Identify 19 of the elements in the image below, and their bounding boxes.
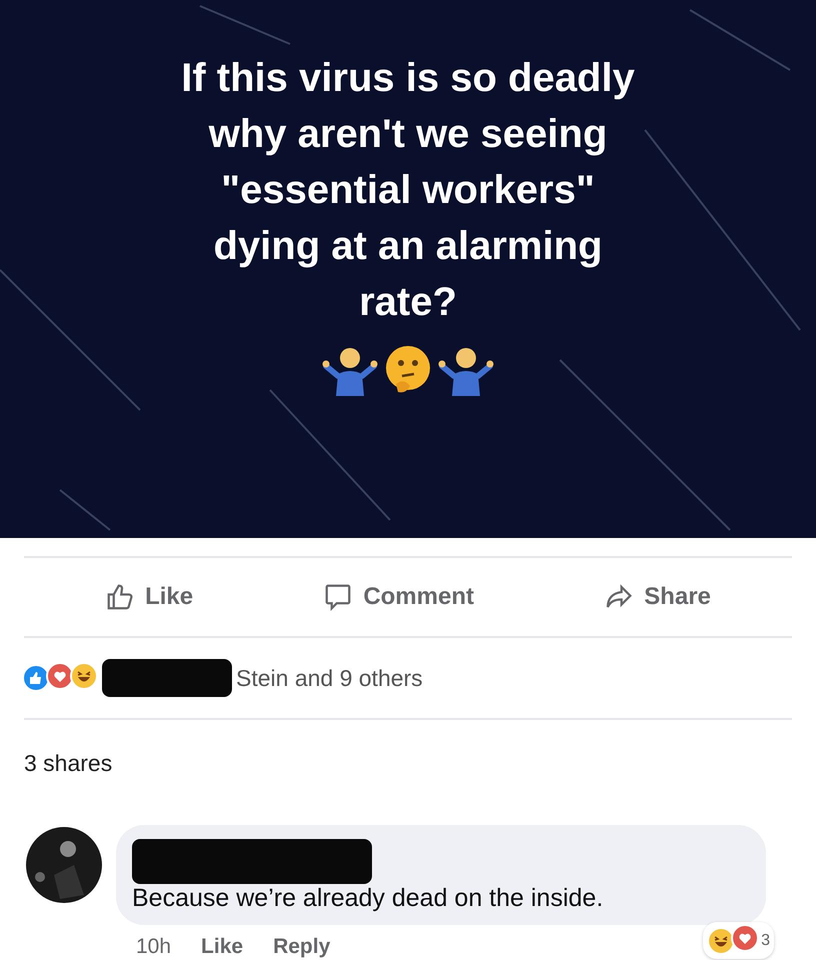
streak-line <box>59 489 111 531</box>
laughing-reaction-icon <box>70 662 98 690</box>
reaction-summary[interactable]: 3 <box>703 922 774 959</box>
comment-button[interactable]: Comment <box>319 578 478 616</box>
comment-text: Because we’re already dead on the inside. <box>132 884 604 913</box>
share-button[interactable]: Share <box>600 578 715 616</box>
share-count[interactable]: 3 shares <box>0 720 816 777</box>
comment-action-link[interactable]: Like <box>201 935 244 959</box>
like-reaction-icon <box>22 664 50 692</box>
reactor-names[interactable]: Stein and 9 others <box>236 664 423 692</box>
thumbs-up-icon <box>105 582 136 612</box>
like-button[interactable]: Like <box>101 578 198 616</box>
comment-action-link[interactable]: Reply <box>273 935 330 959</box>
comment-time: 10h <box>136 935 172 959</box>
speech-bubble-icon <box>323 582 354 612</box>
laughing-reaction-icon <box>707 926 736 954</box>
heart-reaction-icon <box>46 662 74 690</box>
post-caption: If this virus is so deadly why aren't we seeing "essential workers" dying at an alarming rate? <box>181 55 635 326</box>
heart-reaction-icon <box>731 924 760 952</box>
